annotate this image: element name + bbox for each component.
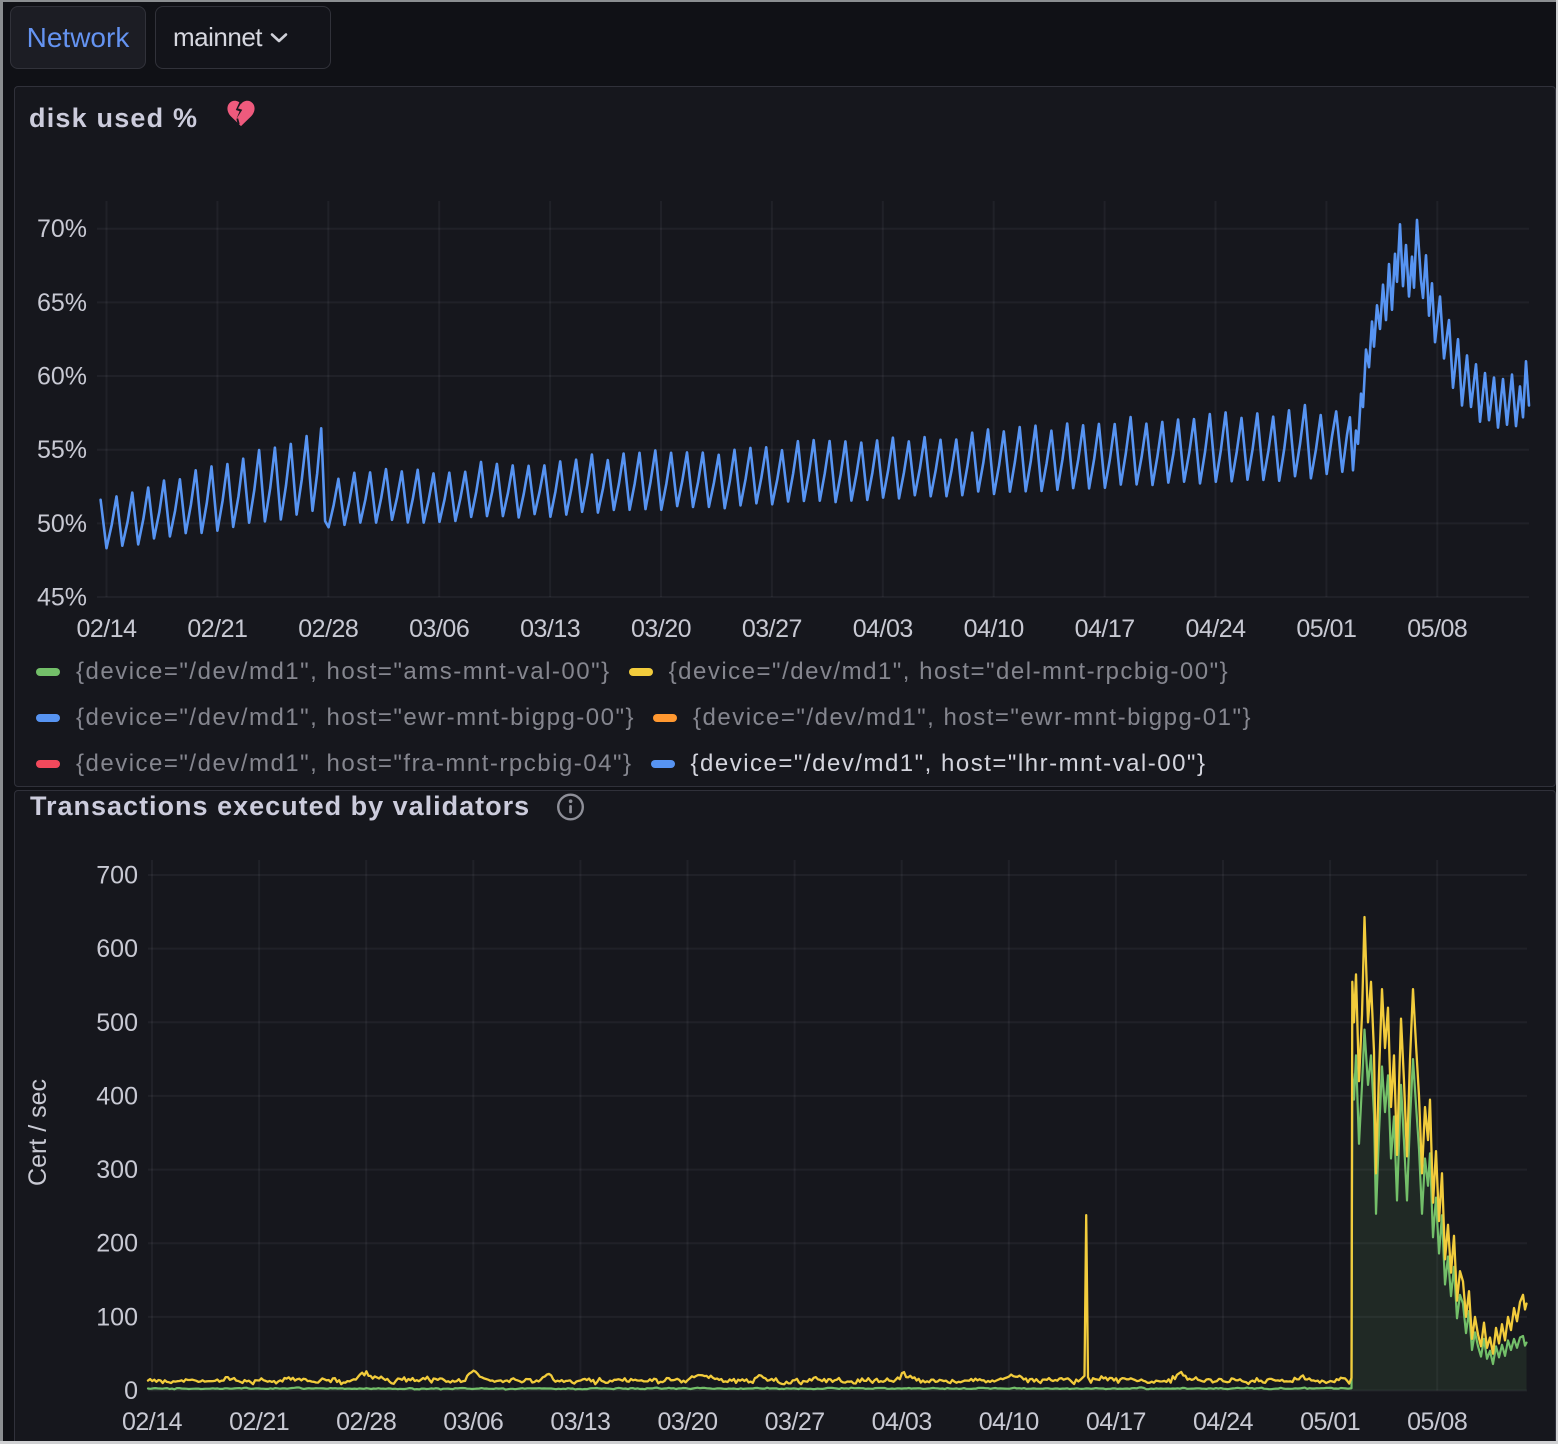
svg-text:03/06: 03/06	[409, 615, 469, 643]
svg-text:05/01: 05/01	[1296, 615, 1356, 643]
svg-text:04/24: 04/24	[1193, 1408, 1254, 1436]
svg-text:02/21: 02/21	[187, 615, 247, 643]
svg-text:400: 400	[96, 1082, 138, 1110]
svg-text:45%: 45%	[37, 584, 87, 612]
svg-text:04/03: 04/03	[872, 1408, 932, 1436]
svg-text:03/20: 03/20	[631, 615, 691, 643]
svg-text:05/08: 05/08	[1407, 1408, 1467, 1436]
svg-text:50%: 50%	[37, 510, 87, 538]
svg-text:04/17: 04/17	[1086, 1408, 1146, 1436]
svg-text:02/14: 02/14	[76, 615, 137, 643]
svg-text:Cert / sec: Cert / sec	[24, 1079, 52, 1186]
svg-text:03/27: 03/27	[765, 1408, 825, 1436]
svg-text:70%: 70%	[37, 215, 87, 243]
svg-text:04/03: 04/03	[853, 615, 913, 643]
svg-text:03/13: 03/13	[520, 615, 580, 643]
svg-text:03/27: 03/27	[742, 615, 802, 643]
svg-text:04/24: 04/24	[1185, 615, 1246, 643]
svg-text:100: 100	[96, 1303, 138, 1331]
svg-text:02/14: 02/14	[122, 1408, 183, 1436]
svg-text:04/10: 04/10	[979, 1408, 1039, 1436]
svg-text:60%: 60%	[37, 363, 87, 391]
svg-text:02/28: 02/28	[298, 615, 358, 643]
svg-text:04/17: 04/17	[1075, 615, 1135, 643]
svg-text:03/13: 03/13	[550, 1408, 610, 1436]
svg-text:02/28: 02/28	[336, 1408, 396, 1436]
svg-text:05/01: 05/01	[1300, 1408, 1360, 1436]
svg-text:04/10: 04/10	[964, 615, 1024, 643]
svg-text:65%: 65%	[37, 289, 87, 317]
svg-text:600: 600	[96, 935, 138, 963]
svg-text:55%: 55%	[37, 436, 87, 464]
svg-text:0: 0	[124, 1377, 138, 1405]
svg-text:500: 500	[96, 1009, 138, 1037]
svg-text:02/21: 02/21	[229, 1408, 289, 1436]
svg-text:200: 200	[96, 1230, 138, 1258]
svg-text:03/06: 03/06	[443, 1408, 503, 1436]
svg-text:05/08: 05/08	[1407, 615, 1467, 643]
svg-text:300: 300	[96, 1156, 138, 1184]
svg-text:03/20: 03/20	[657, 1408, 717, 1436]
svg-text:700: 700	[96, 862, 138, 890]
